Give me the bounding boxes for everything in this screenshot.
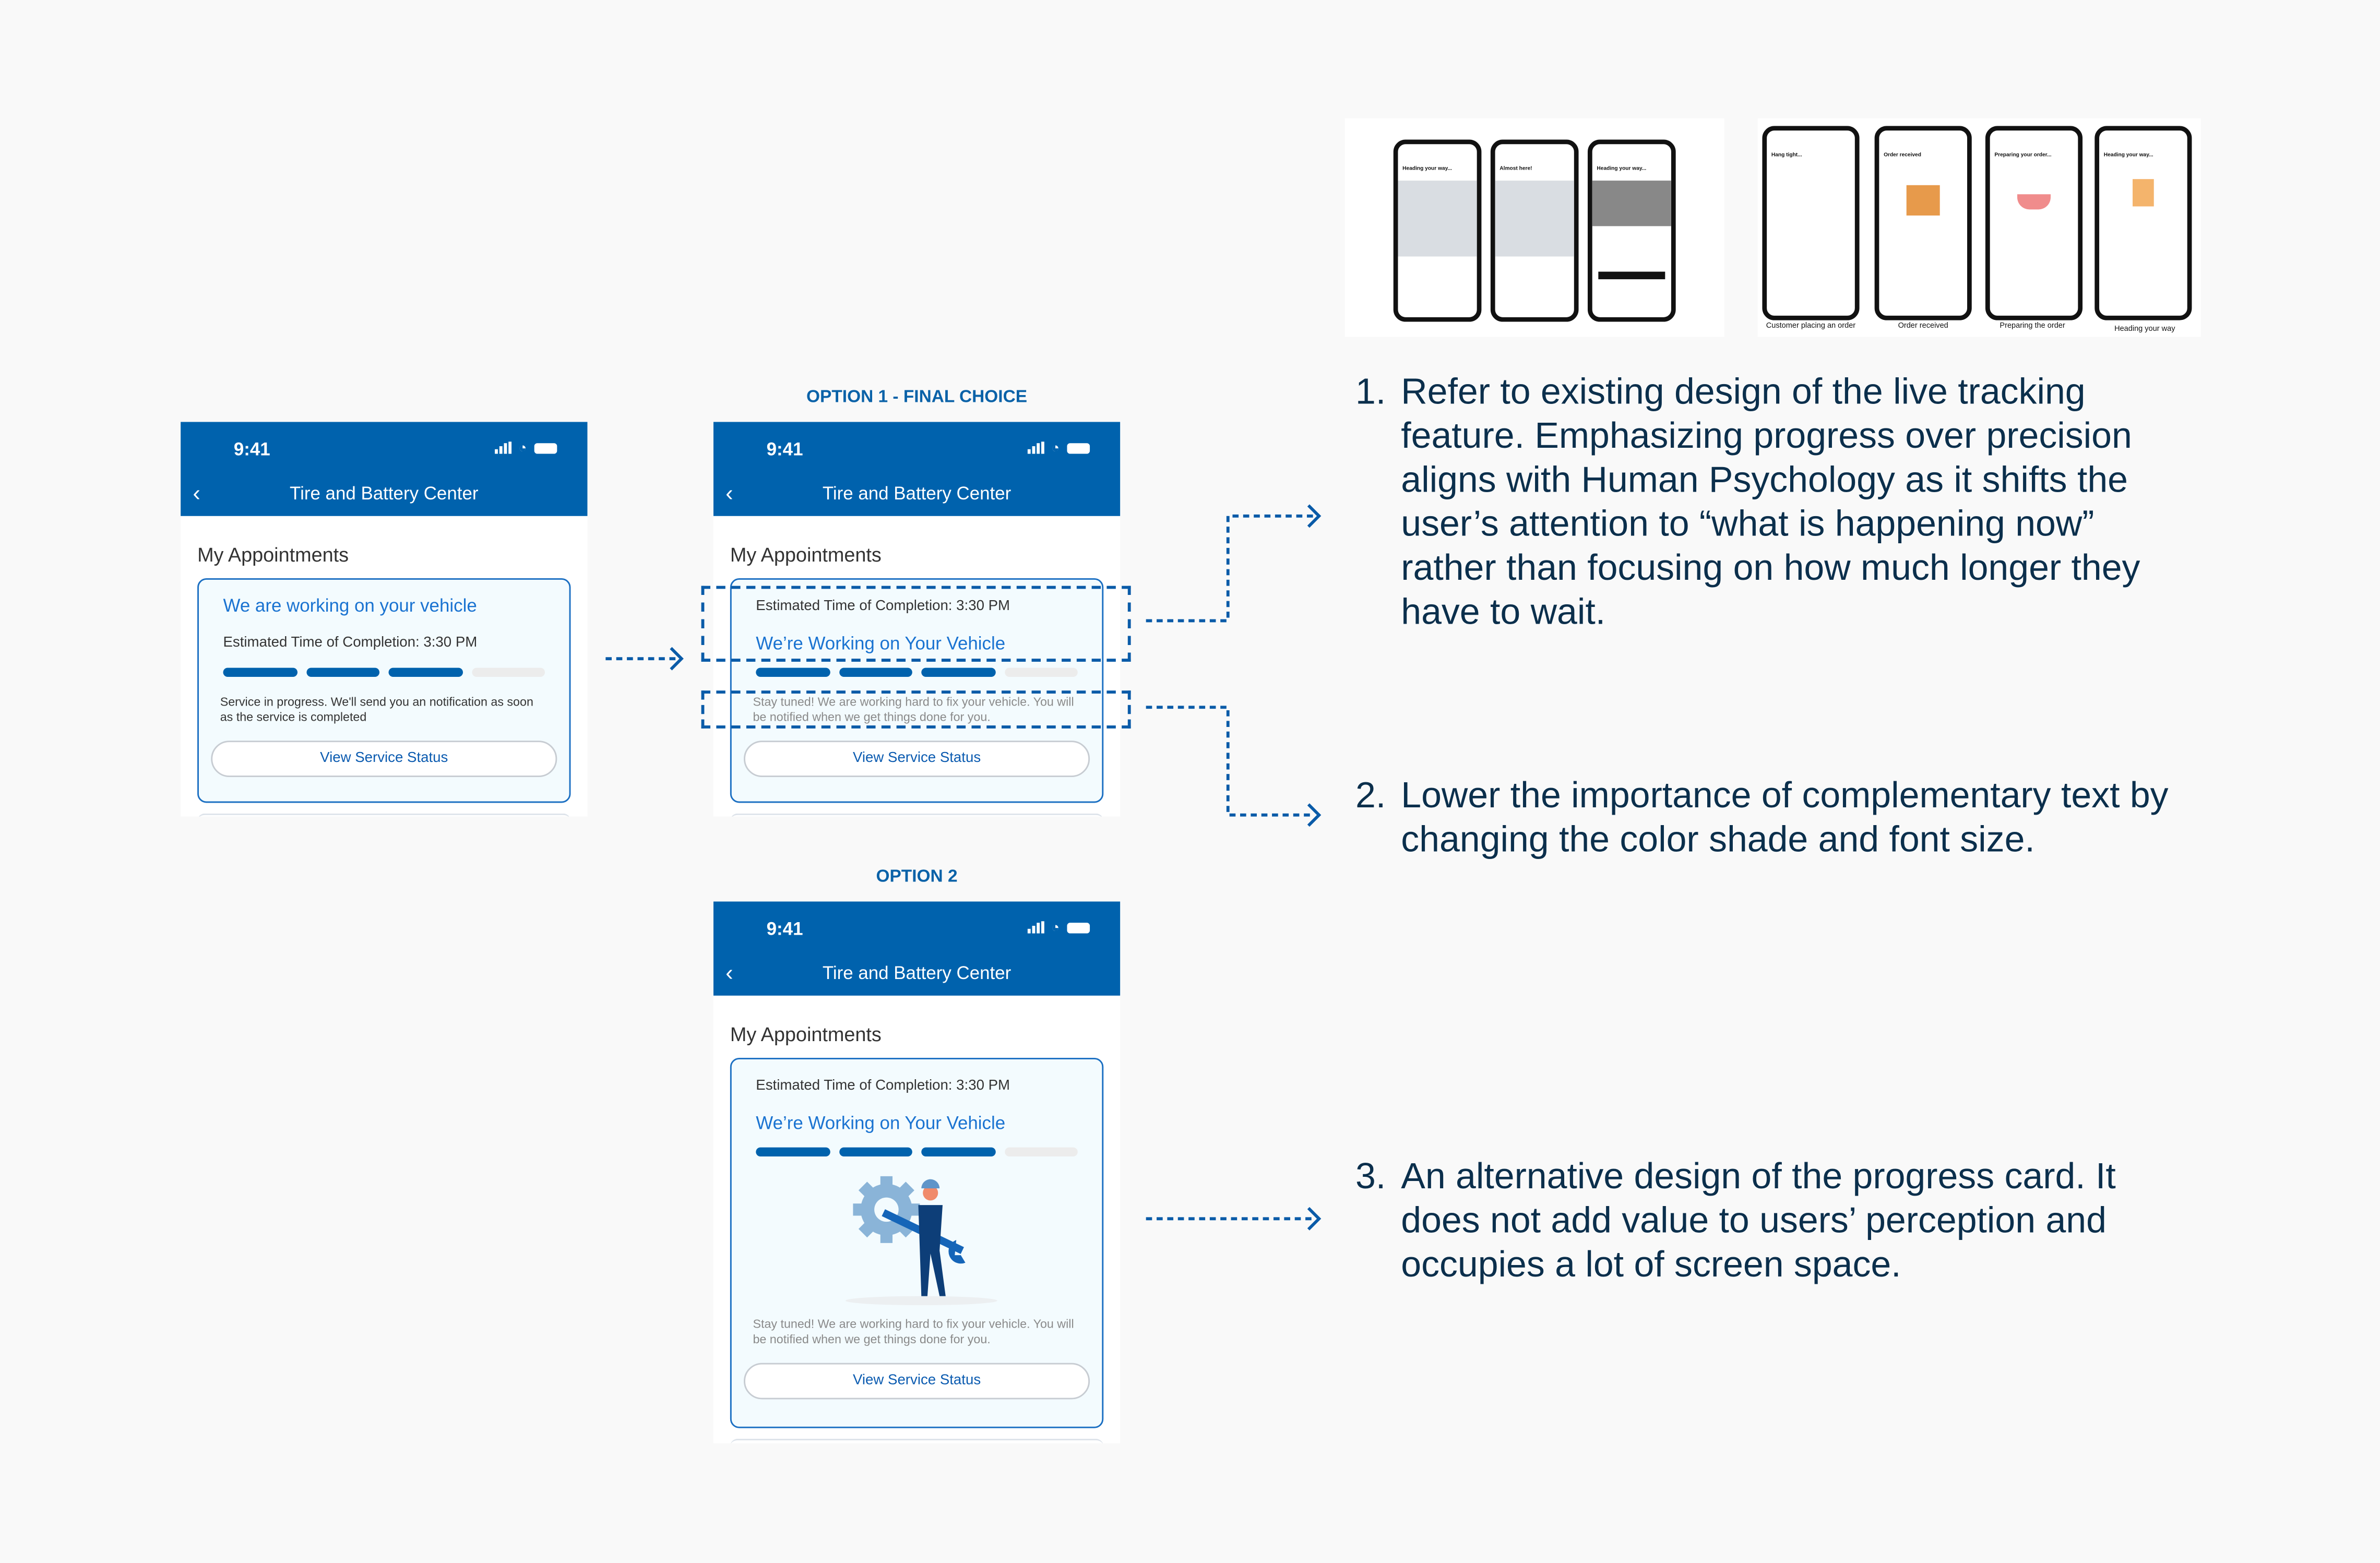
note-3: 3. An alternative design of the progress … xyxy=(1355,1155,2183,1287)
note-1: 1. Refer to existing design of the live t… xyxy=(1355,371,2183,635)
note-text: An alternative design of the progress ca… xyxy=(1401,1156,2116,1286)
note-text: Refer to existing design of the live tra… xyxy=(1401,372,2140,633)
arrow-to-note-2 xyxy=(1146,706,1315,817)
note-2: 2. Lower the importance of complementary … xyxy=(1355,774,2183,862)
note-text: Lower the importance of complementary te… xyxy=(1401,775,2169,861)
arrow-to-note-1 xyxy=(1146,514,1315,623)
note-number: 3. xyxy=(1355,1156,1386,1198)
note-number: 2. xyxy=(1355,775,1386,817)
note-number: 1. xyxy=(1355,372,1386,413)
canvas: Heading your way... Almost here! Heading… xyxy=(0,0,2380,1563)
